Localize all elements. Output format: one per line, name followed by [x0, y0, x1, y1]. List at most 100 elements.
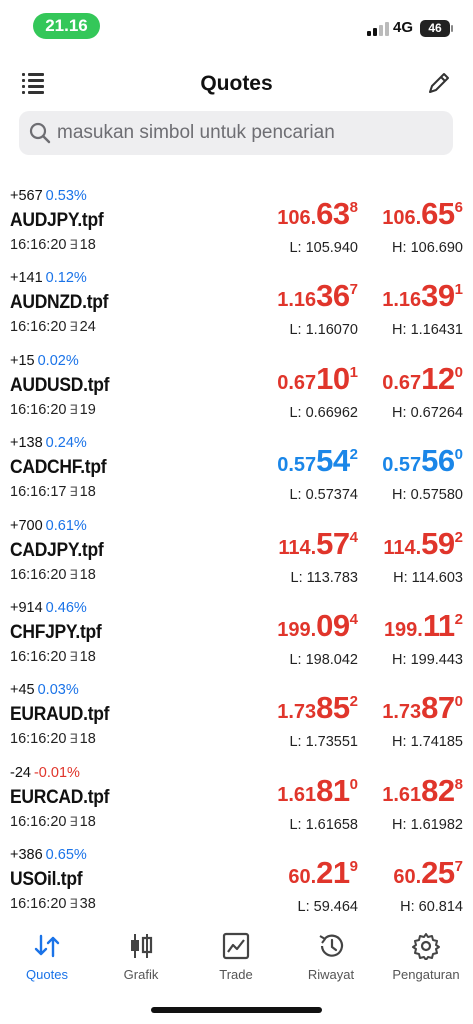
high-price: H: 1.16431: [392, 322, 463, 339]
bid-price[interactable]: 60.219: [288, 855, 358, 895]
daily-change: +15 0.02%: [10, 353, 79, 369]
quote-meta: 16:16:20 ∃ 18: [10, 567, 96, 583]
bid-price-fraction: 9: [349, 858, 358, 876]
battery-icon: 46: [420, 20, 453, 37]
page-title: Quotes: [200, 72, 273, 95]
ask-price-fraction: 2: [454, 610, 463, 628]
quote-row[interactable]: +567 0.53% AUDJPY.tpf 16:16:20 ∃ 18 106.638 106…: [0, 184, 473, 266]
quote-meta: 16:16:17 ∃ 18: [10, 484, 96, 500]
bid-price[interactable]: 114.574: [278, 526, 358, 566]
bid-price[interactable]: 1.61810: [277, 773, 358, 813]
nav-label: Riwayat: [307, 967, 355, 982]
spread-icon: ∃: [69, 566, 78, 582]
pencil-icon[interactable]: [426, 70, 452, 96]
ask-price-pips: 11: [422, 607, 455, 643]
chart-candles-icon: [94, 932, 188, 962]
bid-price-prefix: 0.57: [277, 454, 317, 477]
search-icon: [29, 122, 51, 144]
quote-row[interactable]: -24 -0.01% EURCAD.tpf 16:16:20 ∃ 18 1.61810 1.6…: [0, 761, 473, 843]
bid-price-pips: 09: [316, 607, 350, 643]
search-input[interactable]: [57, 111, 447, 155]
change-points: +15: [10, 352, 35, 369]
ask-price-pips: 87: [421, 690, 455, 726]
ask-price[interactable]: 1.73870: [382, 690, 463, 730]
quote-row[interactable]: +15 0.02% AUDUSD.tpf 16:16:20 ∃ 19 0.67101 0.67…: [0, 349, 473, 431]
ask-price[interactable]: 199.112: [384, 608, 463, 648]
nav-label: Trade: [219, 967, 253, 982]
ask-price-prefix: 199.: [383, 618, 423, 641]
bid-price-pips: 85: [316, 690, 350, 726]
change-points: +45: [10, 682, 35, 699]
quote-row[interactable]: +914 0.46% CHFJPY.tpf 16:16:20 ∃ 18 199.094 199…: [0, 596, 473, 678]
quote-row[interactable]: +138 0.24% CADCHF.tpf 16:16:17 ∃ 18 0.57542 0.5…: [0, 431, 473, 513]
nav-quotes[interactable]: Quotes: [0, 930, 94, 990]
quote-meta: 16:16:20 ∃ 18: [10, 814, 96, 830]
nav-grafik[interactable]: Grafik: [94, 930, 188, 990]
quote-meta: 16:16:20 ∃ 19: [10, 402, 96, 418]
status-bar: 21.16 4G 46: [0, 0, 473, 52]
bid-price-prefix: 199.: [277, 618, 317, 641]
quote-row[interactable]: +45 0.03% EURAUD.tpf 16:16:20 ∃ 18 1.73852 1.73…: [0, 678, 473, 760]
quotes-list: +567 0.53% AUDJPY.tpf 16:16:20 ∃ 18 106.638 106…: [0, 184, 473, 926]
ask-price-prefix: 106.: [382, 207, 422, 229]
history-icon: [284, 932, 378, 962]
spread-icon: ∃: [69, 484, 78, 500]
bid-price-fraction: 4: [349, 528, 358, 546]
symbol-name: CADJPY.tpf: [10, 539, 104, 561]
high-price: H: 106.690: [392, 240, 463, 256]
low-price: L: 105.940: [289, 240, 358, 256]
ask-price[interactable]: 1.16391: [382, 278, 463, 318]
ask-price-fraction: 8: [454, 775, 463, 793]
ask-price-pips: 56: [421, 443, 455, 479]
spread-value: 18: [79, 648, 96, 665]
ask-price[interactable]: 1.61828: [382, 773, 463, 813]
bid-price[interactable]: 106.638: [277, 196, 358, 236]
quote-row[interactable]: +386 0.65% USOil.tpf 16:16:20 ∃ 38 60.219 60.25…: [0, 843, 473, 925]
nav-riwayat[interactable]: Riwayat: [284, 930, 378, 990]
ask-price-pips: 65: [421, 196, 455, 231]
change-percent: 0.65%: [45, 847, 87, 864]
change-percent: 0.02%: [37, 352, 79, 369]
bid-price-prefix: 1.16: [277, 289, 317, 312]
spread-value: 38: [79, 896, 96, 913]
ask-price-prefix: 0.57: [382, 454, 422, 477]
spread-icon: ∃: [69, 813, 78, 829]
daily-change: +700 0.61%: [10, 518, 87, 534]
bid-price-prefix: 60.: [288, 866, 317, 889]
quote-row[interactable]: +700 0.61% CADJPY.tpf 16:16:20 ∃ 18 114.574 114…: [0, 514, 473, 596]
header: Quotes: [0, 62, 473, 106]
quote-time: 16:16:20: [10, 237, 67, 253]
symbol-name: USOil.tpf: [10, 869, 83, 891]
bid-price[interactable]: 0.57542: [277, 443, 358, 483]
daily-change: +141 0.12%: [10, 270, 87, 286]
low-price: L: 59.464: [297, 899, 358, 916]
ask-price[interactable]: 0.67120: [382, 361, 463, 401]
bid-price[interactable]: 1.16367: [277, 278, 358, 318]
high-price: H: 1.61982: [392, 816, 463, 833]
bid-price[interactable]: 1.73852: [277, 690, 358, 730]
low-price: L: 1.73551: [289, 734, 358, 751]
ask-price-fraction: 7: [454, 858, 463, 876]
change-points: +914: [10, 599, 43, 616]
bid-price[interactable]: 0.67101: [277, 361, 358, 401]
low-price: L: 113.783: [290, 569, 358, 586]
quote-meta: 16:16:20 ∃ 18: [10, 237, 96, 253]
ask-price[interactable]: 106.656: [382, 196, 463, 236]
spread-value: 18: [79, 813, 96, 830]
high-price: H: 60.814: [400, 899, 463, 916]
change-percent: 0.46%: [45, 599, 87, 616]
bid-price[interactable]: 199.094: [277, 608, 358, 648]
quote-row[interactable]: +141 0.12% AUDNZD.tpf 16:16:20 ∃ 24 1.16367 1.1…: [0, 266, 473, 348]
nav-pengaturan[interactable]: Pengaturan: [379, 930, 473, 990]
nav-trade[interactable]: Trade: [189, 930, 283, 990]
quote-time: 16:16:20: [10, 731, 67, 748]
spread-value: 18: [79, 237, 96, 253]
ask-price[interactable]: 60.257: [393, 855, 463, 895]
search-bar[interactable]: [19, 111, 453, 155]
daily-change: -24 -0.01%: [10, 765, 80, 781]
low-price: L: 0.57374: [289, 487, 358, 504]
ask-price[interactable]: 0.57560: [382, 443, 463, 483]
network-type: 4G: [393, 19, 414, 36]
bottom-nav: Quotes Grafik Trade Riwayat Pengaturan: [0, 930, 473, 990]
ask-price[interactable]: 114.592: [383, 526, 463, 566]
